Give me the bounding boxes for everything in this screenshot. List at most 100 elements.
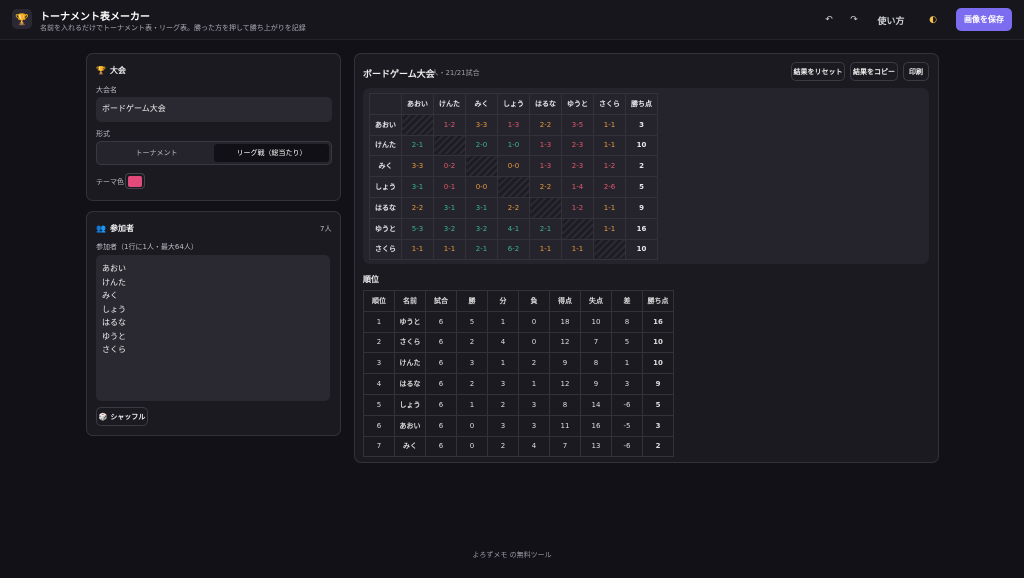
match-result-cell[interactable]: 1-1 [593,196,626,219]
match-result-cell[interactable]: 6-2 [497,238,530,261]
redo-icon[interactable]: ↷ [846,12,862,28]
match-result-cell[interactable]: 1-1 [593,217,626,240]
standings-cell: 1 [456,393,488,416]
standings-cell: 12 [549,331,581,354]
save-image-button[interactable]: 画像を保存 [956,8,1012,31]
match-result-cell[interactable]: 0-0 [465,176,498,198]
match-result-cell[interactable]: 0-2 [433,155,466,178]
reset-results-button[interactable]: 結果をリセット [791,62,845,81]
match-result-cell[interactable]: 1-1 [529,238,562,261]
match-result-cell[interactable]: 1-1 [401,238,434,261]
match-result-cell[interactable]: 0-1 [433,176,466,198]
matrix-points-cell: 16 [625,217,658,240]
matrix-row: けんた 2-1 2-0 1-0 1-3 2-3 1-1 10 [369,134,658,157]
match-result-cell[interactable]: 2-1 [465,238,498,261]
tournament-name-input[interactable]: ボードゲーム大会 [96,97,332,122]
standings-cell: 7 [580,331,612,354]
matrix-row-header: けんた [369,134,402,157]
match-result-cell[interactable]: 2-2 [529,113,562,136]
matrix-points-cell: 2 [625,155,658,178]
standings-column-header: 差 [611,290,643,312]
standings-cell: 7 [549,435,581,458]
standings-cell: 3 [456,352,488,375]
match-result-cell[interactable]: 1-2 [433,113,466,136]
settings-title: 🏆 大会 [96,65,126,76]
standings-cell: 6 [425,352,457,375]
matrix-points-cell: 10 [625,134,658,157]
match-matrix-container: あおい けんた みく しょう はるな ゆうと さくら 勝ち点 あおい 1-2 3-3 1-3 2-2 3-… [363,88,929,264]
undo-icon[interactable]: ↶ [821,12,837,28]
match-result-cell[interactable]: 1-1 [593,134,626,157]
match-result-cell[interactable]: 3-1 [433,196,466,219]
app-subtitle: 名前を入れるだけでトーナメント表・リーグ表。勝った方を押して勝ち上がりを記録 [40,24,306,32]
format-option-tournament[interactable]: トーナメント [99,144,214,162]
standings-cell: 3 [363,352,395,375]
match-result-cell[interactable]: 4-1 [497,217,530,240]
standings-cell: 2 [487,435,519,458]
match-result-cell[interactable]: 5-3 [401,217,434,240]
theme-color-swatch[interactable] [125,173,145,189]
match-result-cell[interactable]: 1-3 [497,113,530,136]
matrix-column-header: けんた [433,93,466,115]
standings-cell: 8 [580,352,612,375]
match-result-cell[interactable]: 2-3 [561,155,594,178]
shuffle-button[interactable]: 🎲 シャッフル [96,407,148,426]
match-result-cell[interactable]: 1-3 [529,134,562,157]
match-result-cell[interactable]: 2-2 [401,196,434,219]
match-result-cell[interactable]: 1-2 [561,196,594,219]
match-result-cell[interactable]: 2-1 [529,217,562,240]
theme-toggle-icon[interactable]: ◐ [925,12,941,28]
match-result-cell[interactable]: 3-5 [561,113,594,136]
matrix-self-cell [593,238,626,261]
match-result-cell[interactable]: 3-1 [465,196,498,219]
participants-textarea[interactable]: あおい けんた みく しょう はるな ゆうと さくら [96,255,330,401]
print-button[interactable]: 印刷 [903,62,929,81]
standings-cell: 1 [518,373,550,395]
match-result-cell[interactable]: 1-1 [561,238,594,261]
match-result-cell[interactable]: 3-1 [401,176,434,198]
match-result-cell[interactable]: 1-4 [561,176,594,198]
standings-cell: -6 [611,393,643,416]
participant-line: しょう [102,304,126,314]
matrix-row-header: はるな [369,196,402,219]
standings-cell: 10 [580,310,612,333]
copy-results-button[interactable]: 結果をコピー [850,62,898,81]
app-title: トーナメント表メーカー [40,12,150,23]
match-result-cell[interactable]: 1-3 [529,155,562,178]
format-option-league[interactable]: リーグ戦（総当たり） [214,144,329,162]
match-result-cell[interactable]: 2-6 [593,176,626,198]
standings-cell: 6 [425,414,457,437]
standings-cell: 12 [549,373,581,395]
match-result-cell[interactable]: 2-3 [561,134,594,157]
match-result-cell[interactable]: 2-0 [465,134,498,157]
standings-cell: 5 [611,331,643,354]
match-result-cell[interactable]: 1-0 [497,134,530,157]
standings-cell: 9 [580,373,612,395]
match-result-cell[interactable]: 0-0 [497,155,530,178]
standings-cell: 6 [425,393,457,416]
participants-hint: 参加者（1行に1人・最大64人） [96,243,198,251]
match-result-cell[interactable]: 1-1 [593,113,626,136]
match-result-cell[interactable]: 3-3 [401,155,434,178]
match-result-cell[interactable]: 1-1 [433,238,466,261]
match-result-cell[interactable]: 1-2 [593,155,626,178]
match-result-cell[interactable]: 2-2 [497,196,530,219]
matrix-corner [369,93,402,115]
standings-cell: 9 [642,373,674,395]
match-result-cell[interactable]: 3-3 [465,113,498,136]
matrix-column-header: さくら [593,93,626,115]
theme-color-fill [128,175,142,187]
match-result-cell[interactable]: 2-1 [401,134,434,157]
match-matrix: あおい けんた みく しょう はるな ゆうと さくら 勝ち点 あおい 1-2 3-3 1-3 2-2 3-… [369,93,658,261]
standings-column-header: 失点 [580,290,612,312]
participant-line: はるな [102,318,126,327]
match-result-cell[interactable]: 3-2 [465,217,498,240]
standings-cell: 8 [549,393,581,416]
match-result-cell[interactable]: 3-2 [433,217,466,240]
standings-cell: 3 [518,414,550,437]
help-button[interactable]: 使い方 [874,12,908,28]
match-result-cell[interactable]: 2-2 [529,176,562,198]
standings-cell: 6 [425,331,457,354]
matrix-points-cell: 5 [625,176,658,198]
settings-title-label: 大会 [109,66,126,75]
